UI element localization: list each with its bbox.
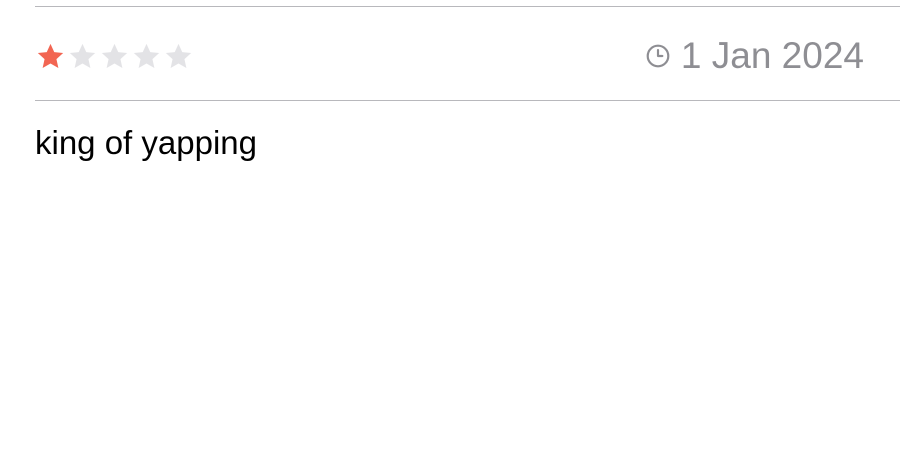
star-rating bbox=[35, 41, 194, 72]
review-meta-row: 1 Jan 2024 bbox=[35, 35, 864, 77]
review-date: 1 Jan 2024 bbox=[680, 35, 864, 76]
star-icon bbox=[133, 43, 160, 68]
review-date-group: 1 Jan 2024 bbox=[645, 35, 864, 77]
star-icon bbox=[69, 43, 96, 68]
star-icon bbox=[101, 43, 128, 68]
star-icon bbox=[165, 43, 192, 68]
middle-divider bbox=[35, 100, 900, 101]
clock-icon bbox=[646, 44, 670, 68]
top-divider bbox=[35, 6, 900, 7]
star-icon bbox=[37, 43, 64, 68]
review-body-text: king of yapping bbox=[35, 124, 257, 161]
